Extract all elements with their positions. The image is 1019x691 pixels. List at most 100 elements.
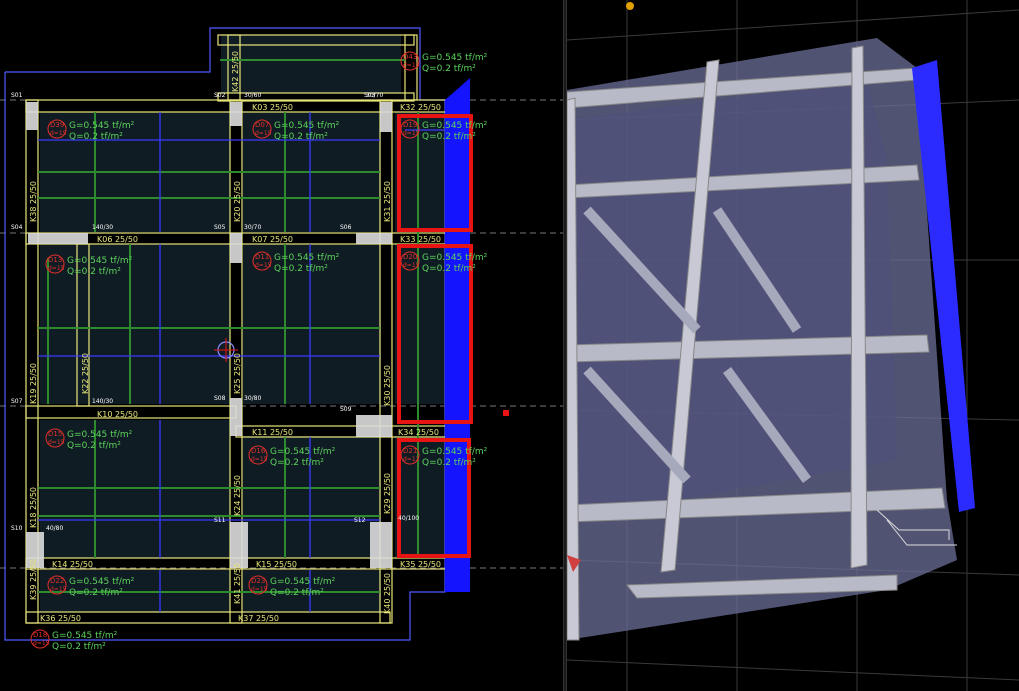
column-label: S02: [214, 92, 226, 99]
live-load-text: Q=0.2 tf/m²: [69, 132, 123, 142]
dead-load-text: G=0.545 tf/m²: [67, 430, 133, 440]
column-dimension: 30/70: [244, 224, 261, 231]
beam-label: K37 25/50: [238, 614, 279, 623]
selection-marker: [503, 410, 509, 416]
dead-load-text: G=0.545 tf/m²: [69, 577, 135, 587]
slab-thickness: d=15: [251, 586, 268, 593]
dead-load-text: G=0.545 tf/m²: [422, 253, 488, 263]
column-dimension: 30/60: [244, 92, 261, 99]
slab-id: D16: [251, 447, 266, 455]
slab-thickness: d=15: [48, 439, 65, 446]
live-load-text: Q=0.2 tf/m²: [67, 267, 121, 277]
slab-id: D20: [403, 253, 417, 261]
slab-thickness: d=15: [50, 586, 67, 593]
column-label: S04: [11, 224, 23, 231]
live-load-text: Q=0.2 tf/m²: [270, 458, 324, 468]
column-label: S10: [11, 525, 23, 532]
dead-load-text: G=0.545 tf/m²: [274, 121, 340, 131]
live-load-text: Q=0.2 tf/m²: [274, 132, 328, 142]
live-load-text: Q=0.2 tf/m²: [270, 588, 324, 598]
3d-view-pane[interactable]: [567, 0, 1019, 691]
top-marker-icon: [626, 2, 634, 10]
slab-id: D18: [33, 631, 47, 639]
slab-id: D15: [48, 430, 62, 438]
slab-thickness: d=15: [48, 265, 65, 272]
beam-label: K30 25/50: [383, 365, 392, 406]
beam-label: K38 25/50: [29, 181, 38, 222]
slab-id: D07: [255, 121, 269, 129]
beam-label: K14 25/50: [52, 560, 93, 569]
column-label: S11: [214, 517, 226, 524]
beam-label: K07 25/50: [252, 235, 293, 244]
plan-view-pane[interactable]: D39 d=15 G=0.545 tf/m² Q=0.2 tf/m² D07 d=15 G=…: [0, 0, 563, 691]
slab-id: D23: [251, 577, 265, 585]
slab-id: D21: [403, 447, 417, 455]
beam-label: K31 25/50: [383, 181, 392, 222]
slab-thickness: d=15: [403, 262, 420, 269]
column-dimension: 30/70: [366, 92, 383, 99]
beam-label: K03 25/50: [252, 103, 293, 112]
beam-label: K34 25/50: [398, 428, 439, 437]
beam-label: K29 25/50: [383, 473, 392, 514]
live-load-text: Q=0.2 tf/m²: [422, 64, 476, 74]
beam-label: K35 25/50: [400, 560, 441, 569]
dead-load-text: G=0.545 tf/m²: [274, 253, 340, 263]
column-label: S06: [340, 224, 352, 231]
beam-label: K40 25/50: [383, 573, 392, 614]
column-label: S07: [11, 398, 23, 405]
beam-label: K11 25/50: [252, 428, 293, 437]
live-load-text: Q=0.2 tf/m²: [69, 588, 123, 598]
live-load-text: Q=0.2 tf/m²: [67, 441, 121, 451]
column-dimension: 40/100: [398, 515, 419, 522]
column-dimension: 140/30: [92, 398, 113, 405]
beam-label: K32 25/50: [400, 103, 441, 112]
beam-label: K15 25/50: [256, 560, 297, 569]
live-load-text: Q=0.2 tf/m²: [422, 458, 476, 468]
slab-thickness: d=15: [33, 640, 50, 647]
beam-label: K33 25/50: [400, 235, 441, 244]
slab-id: D19: [403, 121, 417, 129]
dead-load-text: G=0.545 tf/m²: [270, 577, 336, 587]
dead-load-text: G=0.545 tf/m²: [52, 631, 118, 641]
column-dimension: 140/30: [92, 224, 113, 231]
live-load-text: Q=0.2 tf/m²: [422, 132, 476, 142]
beam-label: K06 25/50: [97, 235, 138, 244]
slab-thickness: d=12: [403, 456, 420, 463]
beam-label: K19 25/50: [29, 363, 38, 404]
slab-thickness: d=15: [251, 456, 268, 463]
column-dimension: 40/80: [46, 525, 63, 532]
column-label: S01: [11, 92, 23, 99]
beam-label: K25 25/50: [233, 353, 242, 394]
column-label: S09: [340, 406, 352, 413]
dead-load-text: G=0.545 tf/m²: [422, 53, 488, 63]
beam-label: K39 25/50: [29, 559, 38, 600]
column-dimension: 30/80: [244, 395, 261, 402]
beam-label: K20 25/50: [233, 181, 242, 222]
live-load-text: Q=0.2 tf/m²: [274, 264, 328, 274]
floor-plan-canvas[interactable]: D39d=15G=0.545 tf/m²Q=0.2 tf/m²D07d=15G=…: [0, 0, 563, 691]
beam-label: K22 25/50: [81, 353, 90, 394]
beam-label: K24 25/50: [233, 475, 242, 516]
column-label: S05: [214, 224, 226, 231]
dead-load-text: G=0.545 tf/m²: [422, 447, 488, 457]
dead-load-text: G=0.545 tf/m²: [69, 121, 135, 131]
3d-model-canvas[interactable]: [567, 0, 1019, 691]
beam-label: K36 25/50: [40, 614, 81, 623]
slab-id: D11: [255, 253, 269, 261]
wall-element: [445, 78, 470, 592]
slab-thickness: d=15: [255, 262, 272, 269]
beam-label: K18 25/50: [29, 487, 38, 528]
live-load-text: Q=0.2 tf/m²: [52, 642, 106, 652]
slab-id: D13: [48, 256, 62, 264]
dead-load-text: G=0.545 tf/m²: [422, 121, 488, 131]
beam-label: K10 25/50: [97, 410, 138, 419]
dead-load-text: G=0.545 tf/m²: [270, 447, 336, 457]
slab-thickness: d=15: [403, 130, 420, 137]
column-label: S12: [354, 517, 366, 524]
building-interior: [567, 80, 897, 520]
live-load-text: Q=0.2 tf/m²: [422, 264, 476, 274]
beam-label: K41 25/50: [233, 563, 242, 604]
slab-thickness: d=15: [50, 130, 67, 137]
beam-label: K42 25/50: [231, 51, 240, 92]
dead-load-text: G=0.545 tf/m²: [67, 256, 133, 266]
